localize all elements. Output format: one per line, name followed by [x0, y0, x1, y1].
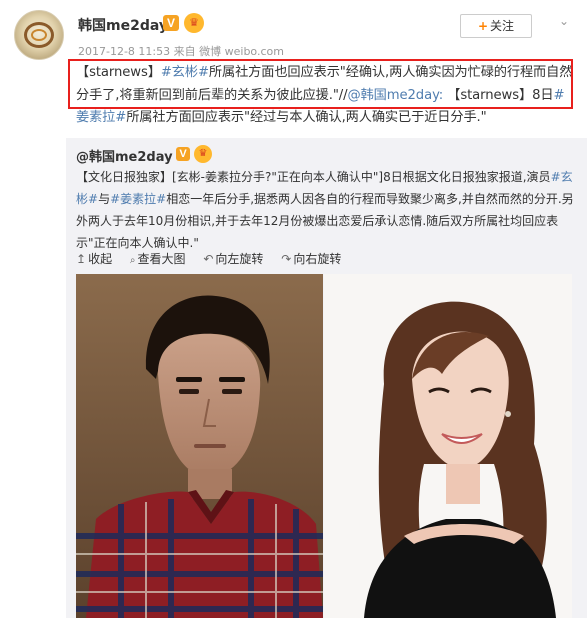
timestamp[interactable]: 2017-12-8 11:53	[78, 45, 170, 58]
avatar[interactable]	[14, 10, 64, 60]
mention-link[interactable]: @韩国me2day:	[348, 88, 444, 103]
rotate-left-label: 向左旋转	[215, 252, 264, 266]
hashtag-link[interactable]: #玄彬#	[161, 65, 209, 80]
verified-icon: V	[163, 15, 179, 31]
avatar-logo-inner	[31, 29, 47, 41]
chevron-down-icon[interactable]: ⌄	[559, 14, 569, 28]
rotate-left-button[interactable]: ↶ 向左旋转	[203, 252, 263, 266]
repost-text-part: 与	[98, 192, 111, 206]
collapse-icon: ↥	[76, 252, 87, 266]
photo-actress-illustration	[324, 274, 572, 618]
post-text-part: 【starnews】8日	[443, 87, 554, 103]
rotate-right-button[interactable]: ↷ 向右旋转	[281, 252, 341, 266]
follow-button[interactable]: + 关注	[460, 14, 532, 38]
vip-crown-icon: ♛	[194, 145, 212, 163]
repost-username[interactable]: @韩国me2day	[76, 146, 173, 165]
vip-crown-icon: ♛	[184, 13, 204, 33]
view-large-label: 查看大图	[137, 252, 186, 266]
post-text: 【starnews】#玄彬#所属社方面也回应表示"经确认,两人确实因为忙碌的行程…	[76, 62, 576, 130]
photo-actor-illustration	[76, 274, 323, 618]
hashtag-link[interactable]: #姜素拉#	[110, 192, 166, 206]
post-text-part: 所属社方面回应表示"经过与本人确认,两人确实已于近日分手."	[126, 110, 487, 125]
rotate-right-icon: ↷	[281, 252, 292, 266]
verified-icon: V	[176, 147, 190, 161]
photo-actress[interactable]	[324, 274, 572, 618]
post-text-part: 【starnews】	[76, 65, 161, 80]
rotate-right-label: 向右旋转	[293, 252, 342, 266]
repost-text-part: 【文化日报独家】[玄彬-姜素拉分手?"正在向本人确认中"]8日根据文化日报独家报…	[76, 170, 551, 184]
plus-icon: +	[477, 19, 489, 33]
collapse-button[interactable]: ↥ 收起	[76, 252, 112, 266]
repost-text: 【文化日报独家】[玄彬-姜素拉分手?"正在向本人确认中"]8日根据文化日报独家报…	[76, 166, 581, 254]
source[interactable]: 来自 微博 weibo.com	[174, 45, 284, 58]
follow-label: 关注	[490, 19, 515, 33]
post-meta: 2017-12-8 11:53 来自 微博 weibo.com	[78, 43, 284, 59]
collapse-label: 收起	[88, 252, 113, 266]
zoom-icon: ⌕	[129, 255, 136, 266]
image-actions: ↥ 收起 ⌕ 查看大图 ↶ 向左旋转 ↷ 向右旋转	[76, 250, 355, 267]
photo-actor[interactable]	[76, 274, 323, 618]
view-large-button[interactable]: ⌕ 查看大图	[130, 252, 186, 266]
username[interactable]: 韩国me2day	[78, 15, 168, 35]
rotate-left-icon: ↶	[203, 252, 214, 266]
